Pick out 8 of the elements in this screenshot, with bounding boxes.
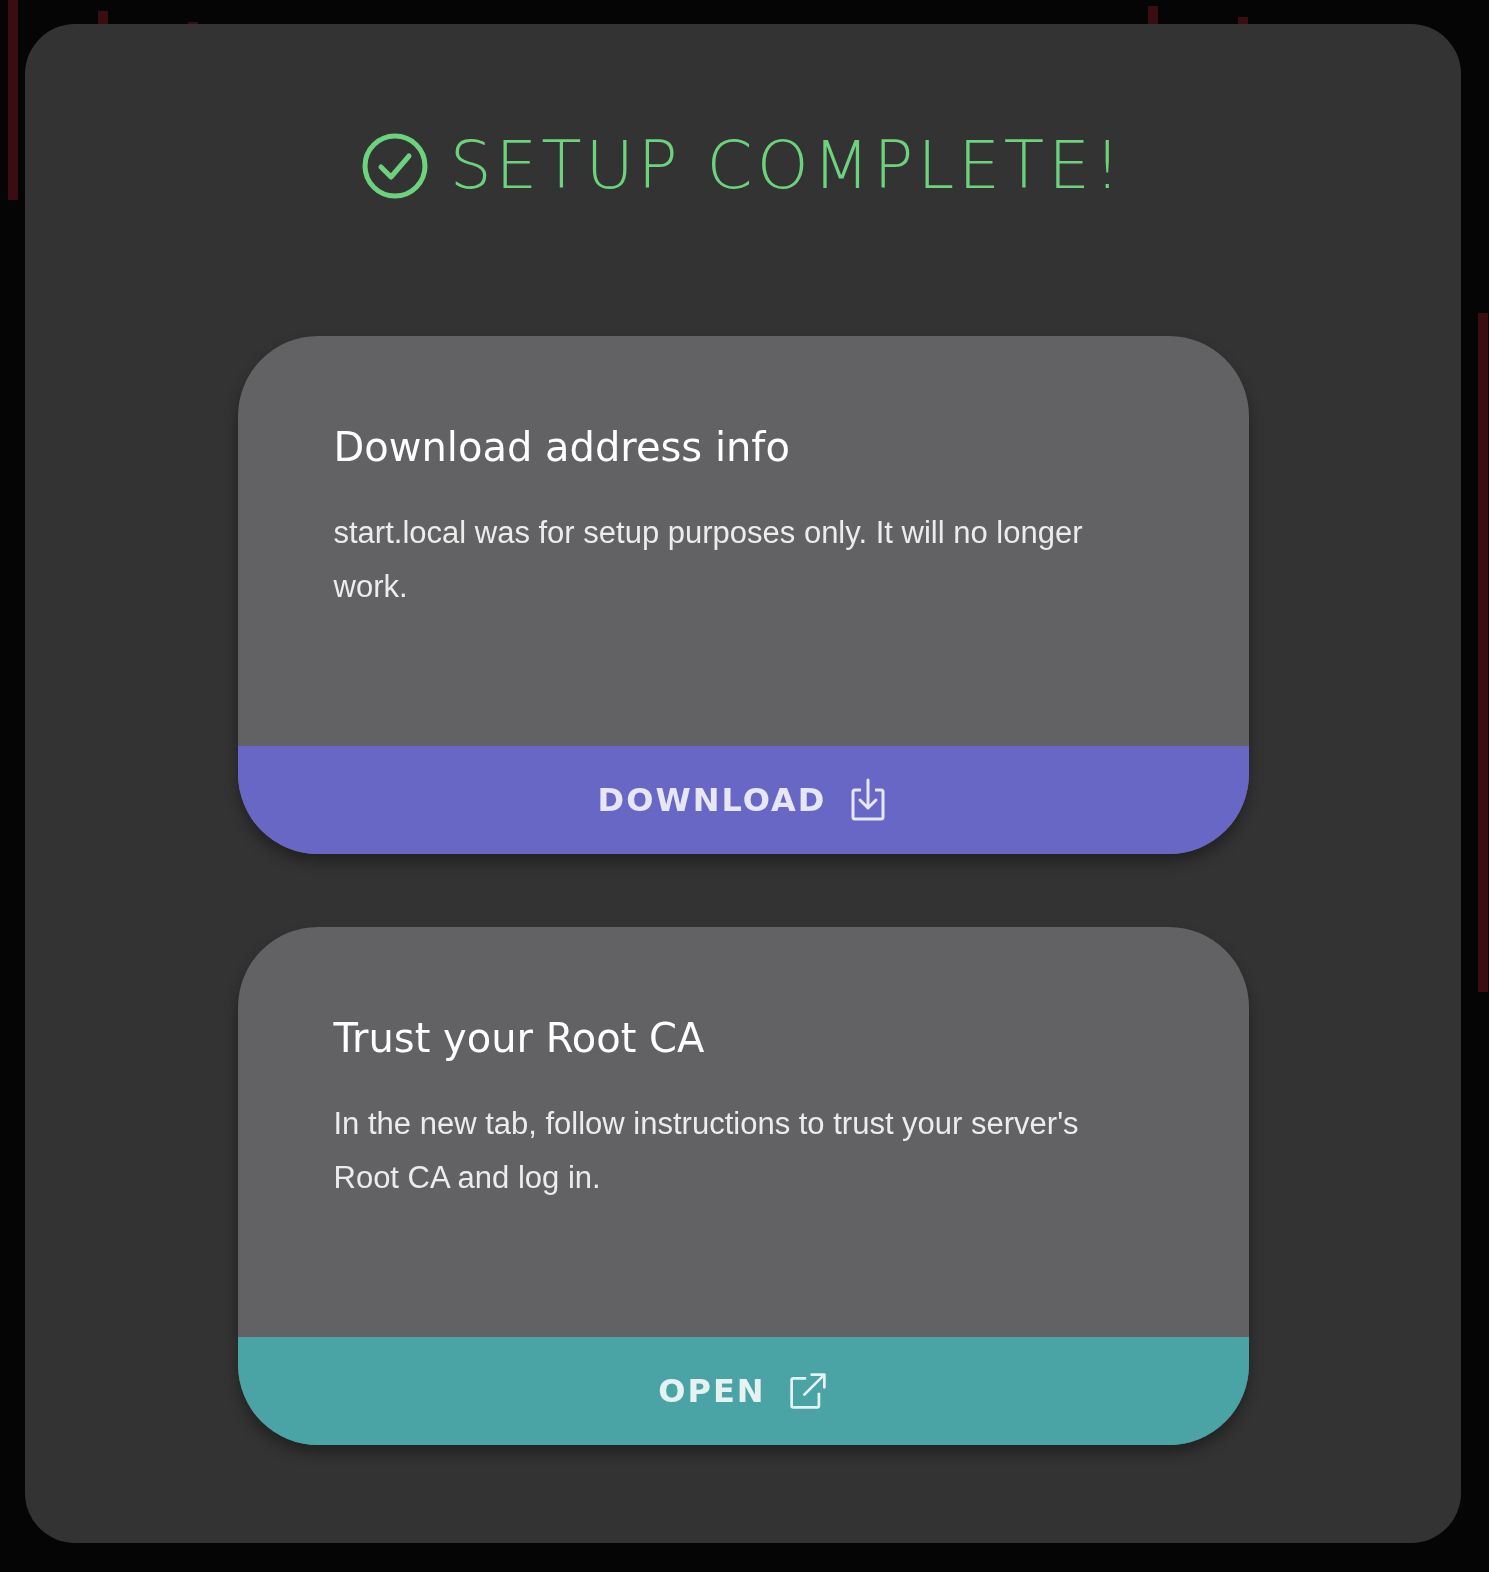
download-button[interactable]: DOWNLOAD (237, 746, 1249, 854)
open-button[interactable]: OPEN (237, 1337, 1249, 1445)
card-description: In the new tab, follow instructions to trust your server's Root CA and log in. (333, 1105, 1080, 1197)
check-circle-icon (361, 133, 428, 199)
page-title: SETUP COMPLETE! (449, 126, 1125, 206)
card-heading: Trust your Root CA (333, 1015, 706, 1061)
card-description: start.local was for setup purposes only. It will no longer work. (333, 514, 1084, 606)
card-heading: Download address info (333, 424, 791, 470)
